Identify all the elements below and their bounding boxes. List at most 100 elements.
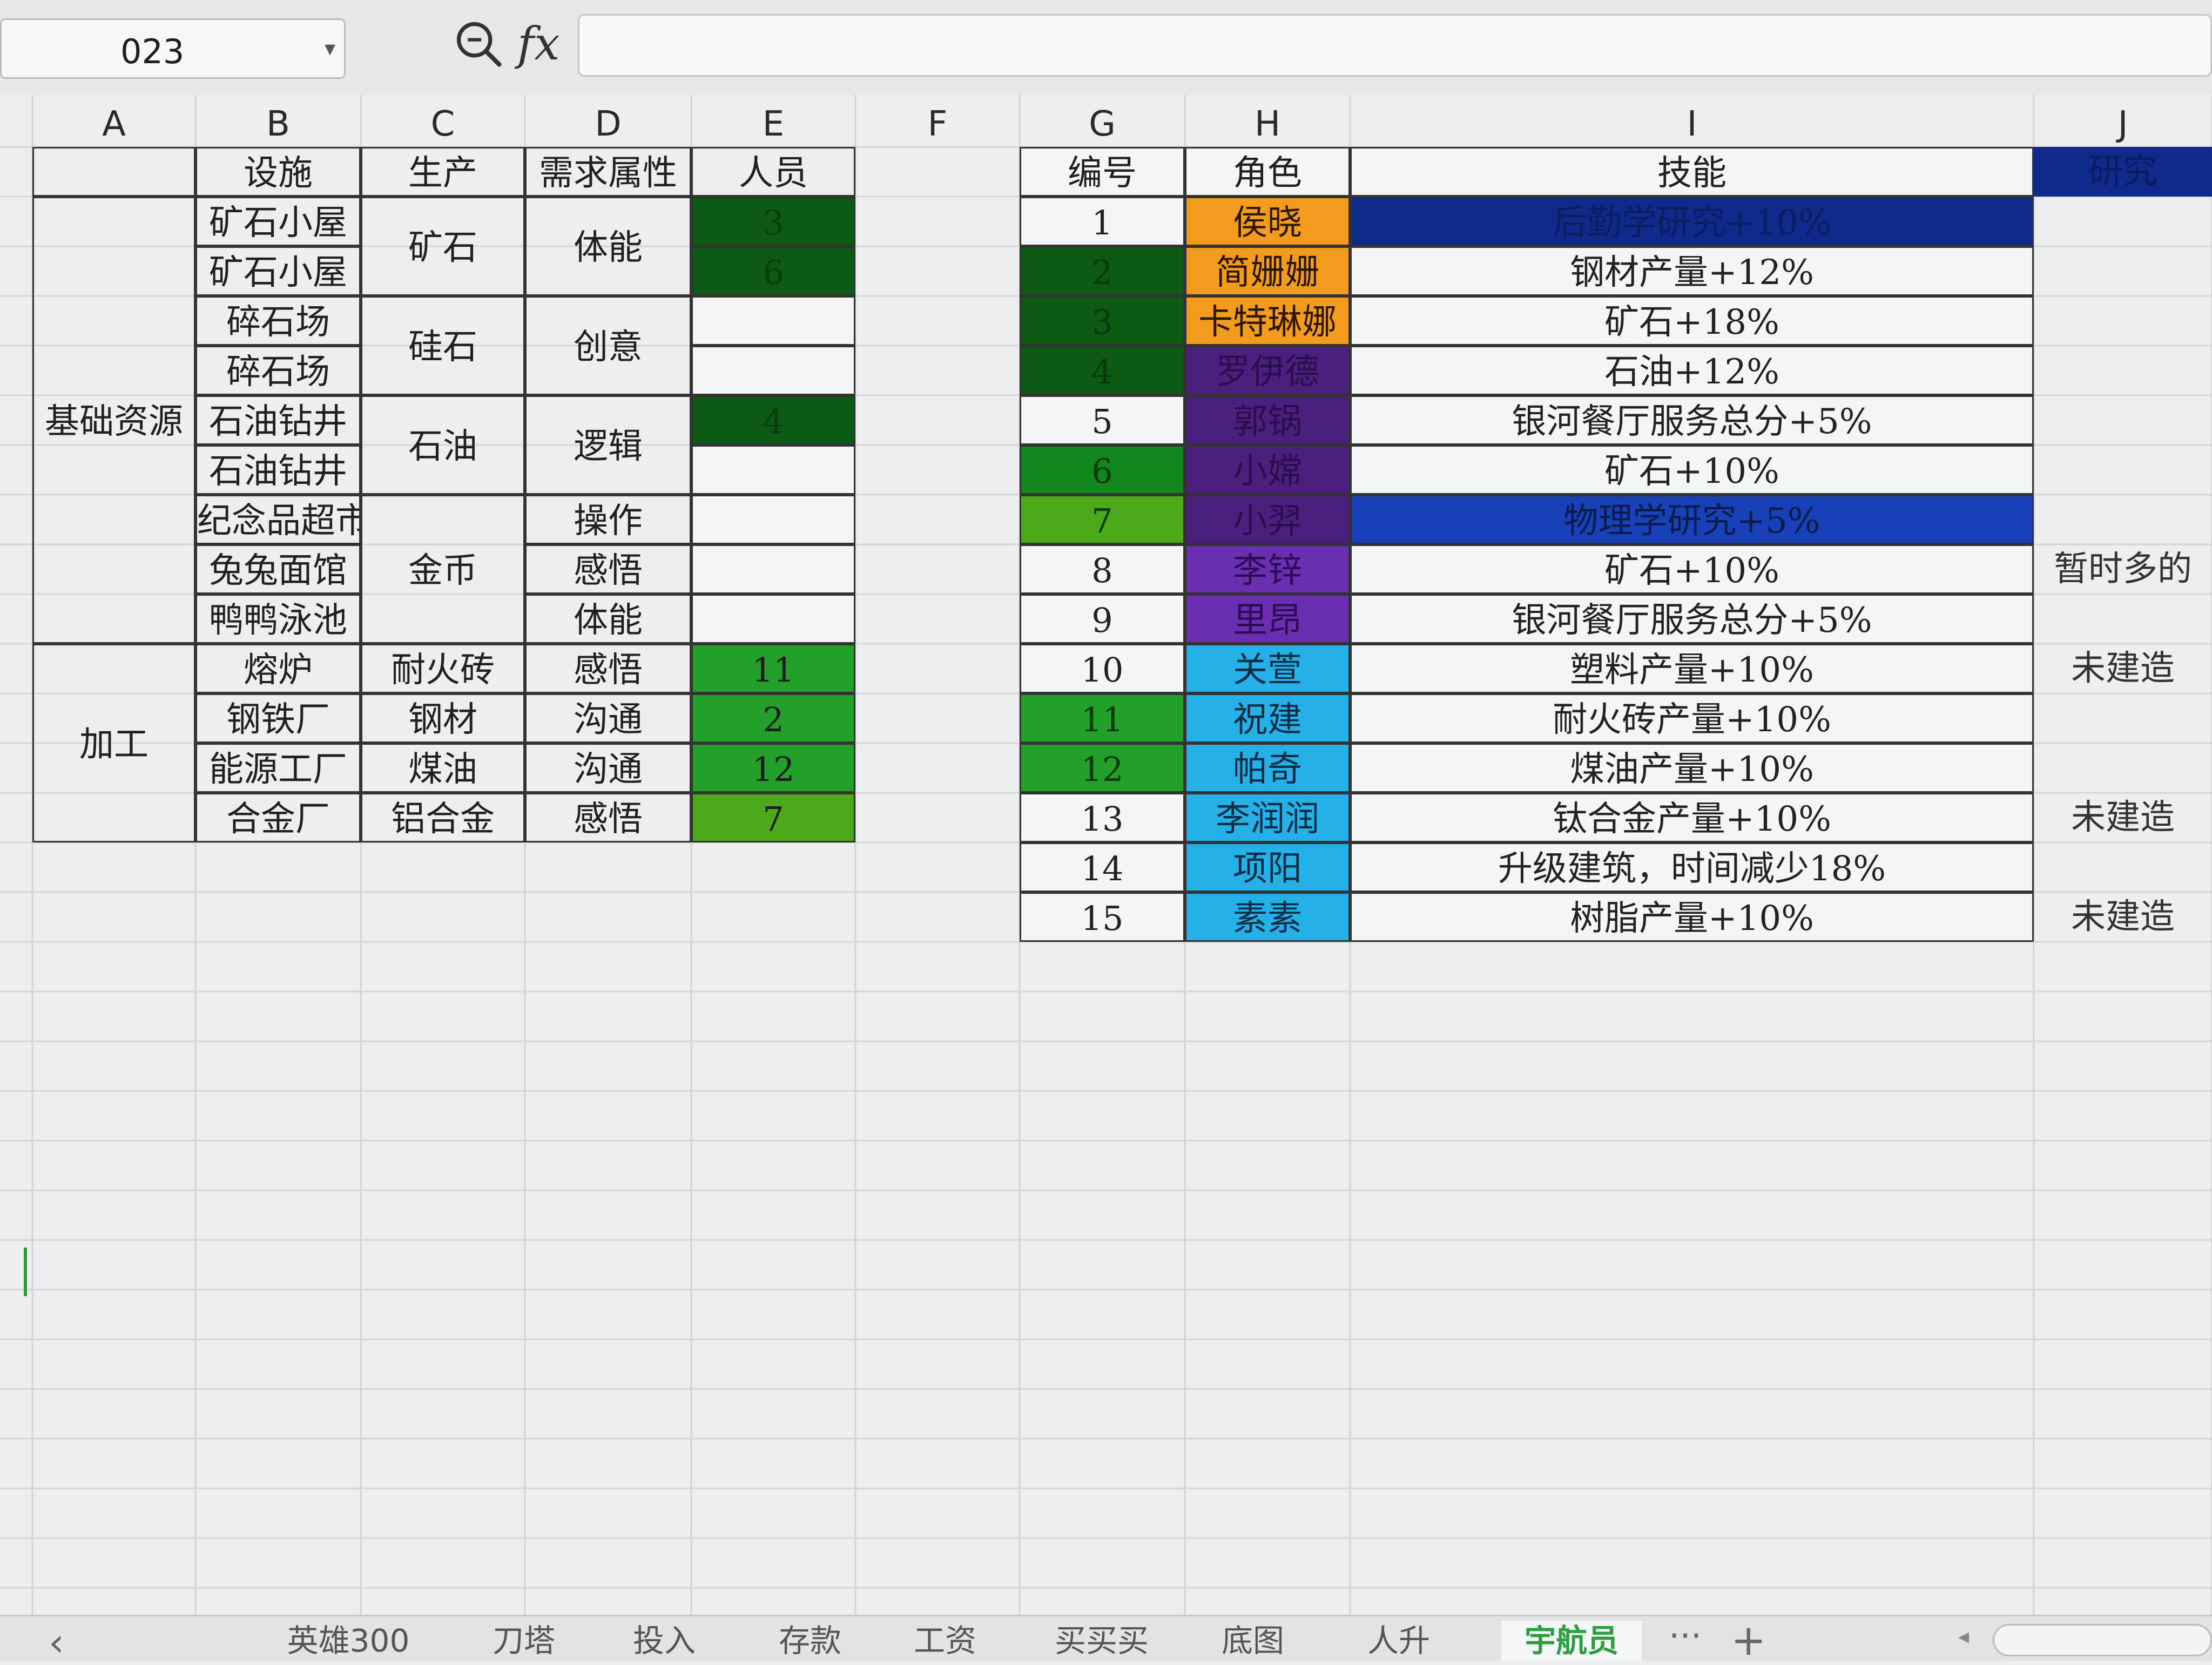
role-cell[interactable]: 项阳 [1185,842,1350,892]
column-header-h[interactable]: H [1185,95,1350,147]
note-cell[interactable] [2034,395,2212,445]
facility-cell[interactable]: 矿石小屋 [195,197,361,246]
role-cell[interactable]: 郭锅 [1185,395,1350,445]
sheet-tab[interactable]: 存款 [756,1621,864,1661]
skill-cell[interactable]: 石油+12% [1350,346,2034,395]
tab-scroll-left-icon[interactable]: ‹ [49,1620,64,1665]
attribute-cell[interactable]: 创意 [525,296,691,395]
attribute-cell[interactable]: 逻辑 [525,395,691,495]
skill-cell[interactable]: 银河餐厅服务总分+5% [1350,594,2034,644]
header-role[interactable]: 角色 [1185,147,1350,197]
staff-cell[interactable]: 3 [691,197,855,246]
header-staff[interactable]: 人员 [691,147,855,197]
column-header-d[interactable]: D [525,95,691,147]
horizontal-scrollbar[interactable] [1993,1624,2212,1656]
sheet-tab[interactable]: 宇航员 [1501,1621,1642,1661]
sheet-tab[interactable]: 底图 [1204,1621,1301,1661]
note-cell[interactable]: 未建造 [2034,892,2212,942]
note-cell[interactable] [2034,495,2212,544]
header-attribute[interactable]: 需求属性 [525,147,691,197]
facility-cell[interactable]: 矿石小屋 [195,246,361,296]
id-cell[interactable]: 8 [1020,544,1185,594]
attribute-cell[interactable]: 感悟 [525,644,691,693]
function-icon[interactable]: fx [517,17,559,70]
role-cell[interactable]: 小羿 [1185,495,1350,544]
skill-cell[interactable]: 后勤学研究+10% [1350,197,2034,246]
staff-cell[interactable]: 7 [691,793,855,842]
staff-cell[interactable] [691,445,855,495]
header-id[interactable]: 编号 [1020,147,1185,197]
role-cell[interactable]: 小嫦 [1185,445,1350,495]
skill-cell[interactable]: 耐火砖产量+10% [1350,693,2034,743]
staff-cell[interactable]: 2 [691,693,855,743]
column-header-a[interactable]: A [32,95,195,147]
facility-cell[interactable]: 石油钻井 [195,445,361,495]
header-empty-a[interactable] [32,147,195,197]
role-cell[interactable]: 里昂 [1185,594,1350,644]
staff-cell[interactable]: 11 [691,644,855,693]
note-cell[interactable] [2034,197,2212,246]
sheet-tab[interactable]: 买买买 [1037,1621,1166,1661]
skill-cell[interactable]: 矿石+18% [1350,296,2034,346]
facility-cell[interactable]: 碎石场 [195,296,361,346]
attribute-cell[interactable]: 操作 [525,495,691,544]
header-production[interactable]: 生产 [361,147,525,197]
facility-cell[interactable]: 碎石场 [195,346,361,395]
skill-cell[interactable]: 银河餐厅服务总分+5% [1350,395,2034,445]
note-cell[interactable] [2034,445,2212,495]
sheet-tab[interactable]: 人升 [1350,1621,1447,1661]
column-header-i[interactable]: I [1350,95,2034,147]
attribute-cell[interactable]: 沟通 [525,693,691,743]
column-header-j[interactable]: J [2034,95,2212,147]
id-cell[interactable]: 14 [1020,842,1185,892]
role-cell[interactable]: 帕奇 [1185,743,1350,793]
skill-cell[interactable]: 钢材产量+12% [1350,246,2034,296]
note-cell[interactable] [2034,743,2212,793]
skill-cell[interactable]: 升级建筑，时间减少18% [1350,842,2034,892]
production-cell[interactable]: 矿石 [361,197,525,296]
column-header-e[interactable]: E [691,95,855,147]
id-cell[interactable]: 10 [1020,644,1185,693]
column-header-g[interactable]: G [1020,95,1185,147]
skill-cell[interactable]: 钛合金产量+10% [1350,793,2034,842]
id-cell[interactable]: 3 [1020,296,1185,346]
header-facility[interactable]: 设施 [195,147,361,197]
id-cell[interactable]: 2 [1020,246,1185,296]
group-processing[interactable]: 加工 [32,644,195,842]
skill-cell[interactable]: 矿石+10% [1350,445,2034,495]
id-cell[interactable]: 11 [1020,693,1185,743]
facility-cell[interactable]: 石油钻井 [195,395,361,445]
id-cell[interactable]: 4 [1020,346,1185,395]
production-cell[interactable]: 耐火砖 [361,644,525,693]
more-tabs-button[interactable]: ··· [1669,1616,1702,1656]
role-cell[interactable]: 素素 [1185,892,1350,942]
production-cell[interactable]: 硅石 [361,296,525,395]
formula-input[interactable] [578,14,2212,77]
add-sheet-button[interactable]: + [1731,1616,1766,1665]
attribute-cell[interactable]: 感悟 [525,793,691,842]
skill-cell[interactable]: 矿石+10% [1350,544,2034,594]
facility-cell[interactable]: 熔炉 [195,644,361,693]
skill-cell[interactable]: 煤油产量+10% [1350,743,2034,793]
role-cell[interactable]: 罗伊德 [1185,346,1350,395]
production-cell[interactable]: 金币 [361,495,525,644]
staff-cell[interactable]: 4 [691,395,855,445]
production-cell[interactable]: 石油 [361,395,525,495]
skill-cell[interactable]: 树脂产量+10% [1350,892,2034,942]
facility-cell[interactable]: 能源工厂 [195,743,361,793]
name-box[interactable]: 023 ▾ [0,18,346,79]
staff-cell[interactable] [691,495,855,544]
staff-cell[interactable]: 12 [691,743,855,793]
staff-cell[interactable]: 6 [691,246,855,296]
role-cell[interactable]: 李润润 [1185,793,1350,842]
header-research[interactable]: 研究 [2034,147,2212,197]
id-cell[interactable]: 9 [1020,594,1185,644]
id-cell[interactable]: 13 [1020,793,1185,842]
production-cell[interactable]: 钢材 [361,693,525,743]
staff-cell[interactable] [691,594,855,644]
role-cell[interactable]: 简姗姗 [1185,246,1350,296]
dropdown-arrow-icon[interactable]: ▾ [325,36,335,61]
facility-cell[interactable]: 鸭鸭泳池 [195,594,361,644]
note-cell[interactable] [2034,842,2212,892]
production-cell[interactable]: 铝合金 [361,793,525,842]
